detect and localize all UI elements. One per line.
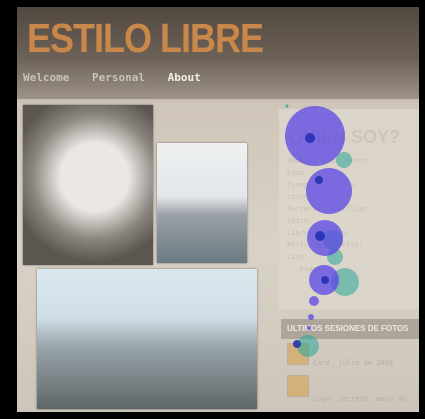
purple-bubble xyxy=(307,326,311,330)
purple-bubble xyxy=(306,168,352,214)
teal-dot xyxy=(285,104,289,108)
purple-bubble xyxy=(308,314,314,320)
dark-dot xyxy=(305,133,315,143)
purple-bubble xyxy=(285,106,345,166)
purple-bubble xyxy=(307,220,343,256)
dark-dot xyxy=(293,340,301,348)
dark-dot xyxy=(315,176,323,184)
dark-dot xyxy=(315,231,325,241)
purple-bubble xyxy=(309,296,319,306)
dark-dot xyxy=(321,276,329,284)
bubble-overlay xyxy=(285,104,359,357)
